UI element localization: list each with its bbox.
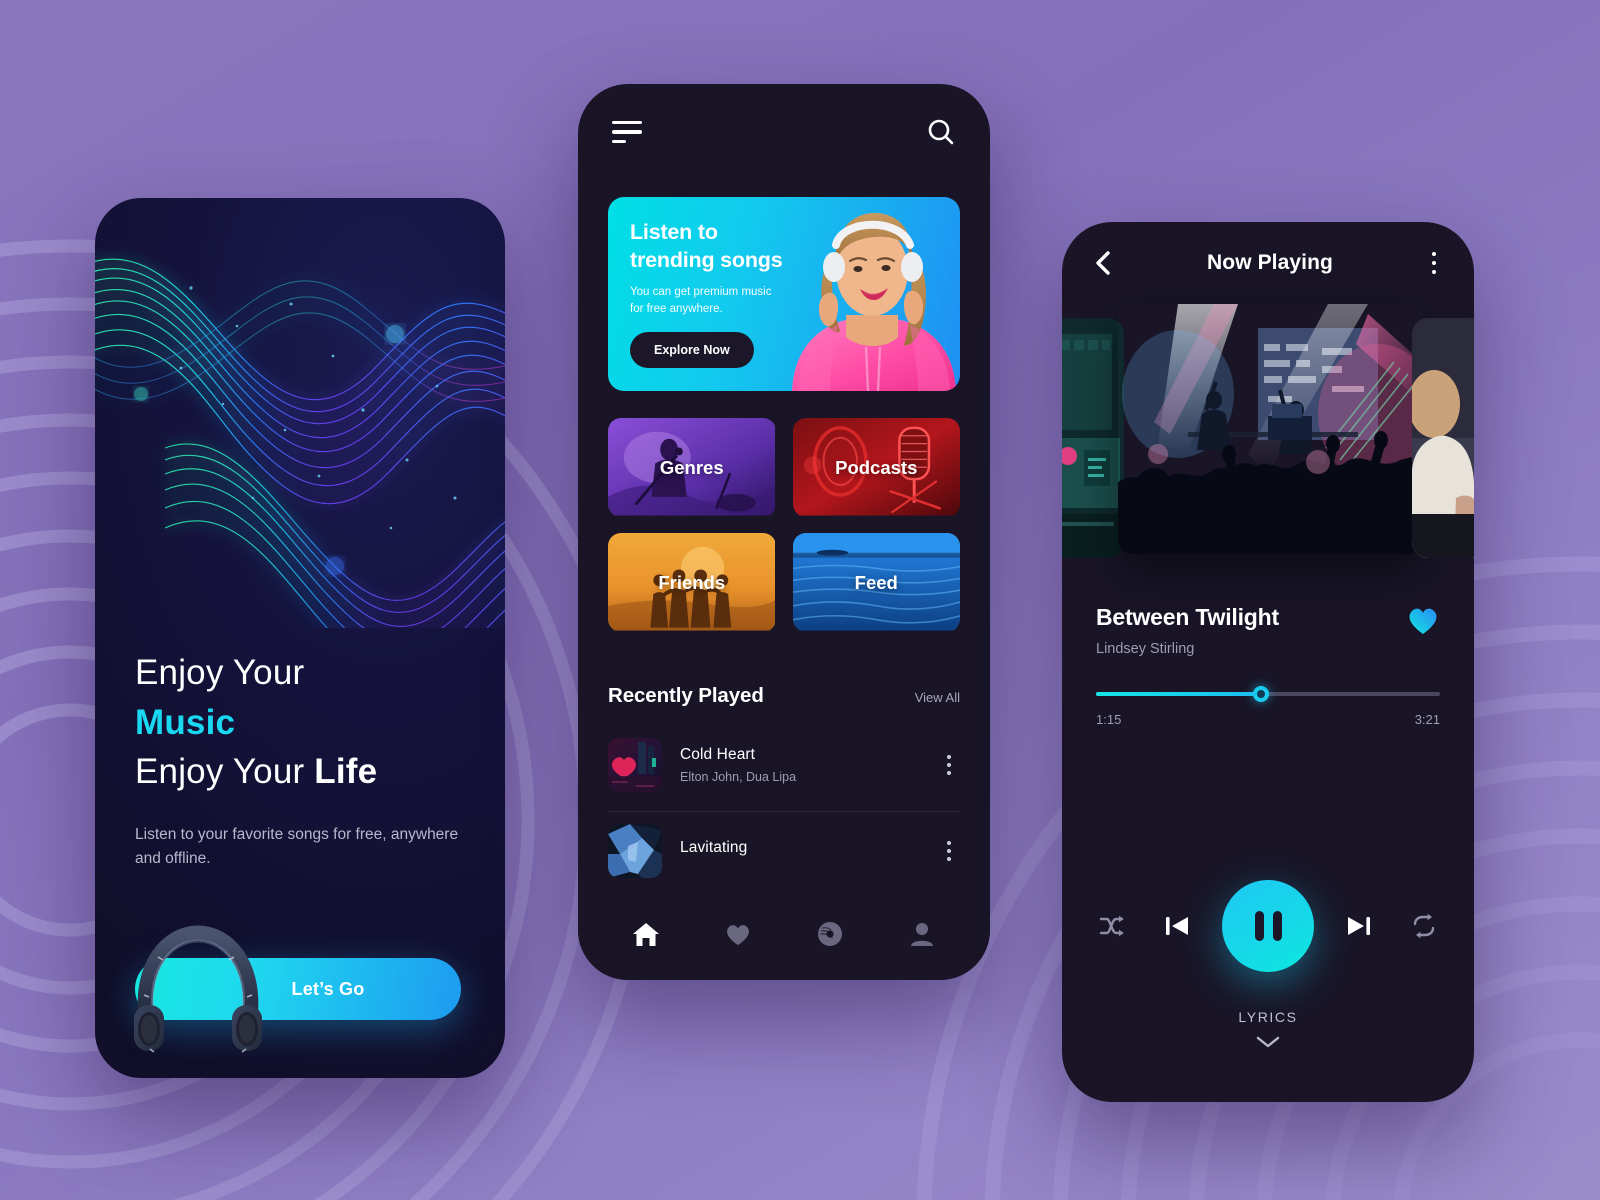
album-carousel [1062, 304, 1474, 572]
now-playing-screen: Now Playing Between Twilight Lindsey Sti… [1062, 222, 1474, 1102]
disc-icon [818, 922, 842, 946]
category-tile-genres[interactable]: Genres [608, 418, 776, 517]
onboarding-copy: Enjoy Your Music Enjoy Your Life Listen … [135, 648, 465, 871]
headline-line-1: Enjoy Your [135, 653, 305, 692]
kebab-menu-icon[interactable] [1424, 251, 1444, 275]
banner-text-block: Listen to trending songs You can get pre… [630, 219, 825, 317]
home-screen: Listen to trending songs You can get pre… [578, 84, 990, 980]
tab-likes[interactable] [721, 917, 755, 951]
lyrics-label: LYRICS [1238, 1009, 1298, 1025]
progress-thumb[interactable] [1253, 686, 1270, 702]
lets-go-label: Let’s Go [291, 978, 365, 999]
pause-icon [1254, 911, 1282, 941]
category-tile-friends[interactable]: Friends [608, 533, 776, 632]
category-label: Podcasts [835, 456, 918, 478]
tab-profile[interactable] [905, 917, 939, 951]
previous-button[interactable] [1157, 906, 1197, 946]
elapsed-time: 1:15 [1096, 712, 1122, 727]
home-top-bar [578, 84, 990, 180]
banner-heading: Listen to trending songs [630, 219, 825, 274]
promo-banner[interactable]: Listen to trending songs You can get pre… [608, 197, 960, 391]
tab-home[interactable] [629, 917, 663, 951]
category-label: Friends [658, 571, 726, 593]
lyrics-toggle[interactable]: LYRICS [1062, 1009, 1474, 1054]
chevron-left-icon[interactable] [1092, 249, 1116, 277]
next-icon [1348, 917, 1370, 935]
category-tile-podcasts[interactable]: Podcasts [792, 418, 961, 517]
player-top-bar: Now Playing [1062, 222, 1474, 304]
track-row[interactable]: Lavitating [608, 811, 960, 889]
search-icon[interactable] [926, 117, 956, 147]
banner-subtitle: You can get premium music for free anywh… [630, 284, 825, 317]
mockup-canvas: Enjoy Your Music Enjoy Your Life Listen … [0, 0, 1600, 1200]
onboarding-headline: Enjoy Your Music Enjoy Your Life [135, 648, 465, 797]
tab-library[interactable] [813, 917, 847, 951]
banner-heading-line-2: trending songs [630, 247, 783, 272]
previous-icon [1166, 917, 1188, 935]
headline-line-3-bold: Life [314, 752, 378, 792]
person-icon [911, 923, 933, 946]
explore-now-button[interactable]: Explore Now [630, 332, 754, 368]
sound-wave-graphic [95, 198, 505, 628]
repeat-icon [1413, 913, 1435, 939]
kebab-menu-icon[interactable] [938, 755, 960, 775]
track-title: Lavitating [680, 838, 748, 856]
heart-filled-icon[interactable] [1406, 604, 1440, 636]
playback-controls [1092, 880, 1444, 972]
category-tiles: Genres Podcasts Friends Feed [608, 418, 960, 632]
track-artist: Elton John, Dua Lipa [680, 770, 797, 784]
headline-line-3-prefix: Enjoy Your [135, 752, 315, 792]
neon-street-photo[interactable] [1062, 318, 1124, 558]
category-tile-feed[interactable]: Feed [792, 533, 961, 632]
track-row[interactable]: Cold Heart Elton John, Dua Lipa [608, 726, 960, 804]
total-time: 3:21 [1414, 712, 1440, 727]
headline-line-3: Enjoy Your Life [135, 747, 465, 797]
onboarding-screen: Enjoy Your Music Enjoy Your Life Listen … [95, 198, 505, 1078]
track-title: Cold Heart [680, 746, 756, 763]
portrait-photo[interactable] [1412, 318, 1474, 558]
category-label: Genres [659, 456, 724, 478]
next-button[interactable] [1339, 906, 1379, 946]
lets-go-button[interactable]: Let’s Go [135, 958, 461, 1020]
song-title: Between Twilight [1096, 604, 1279, 630]
progress-bar[interactable]: 1:15 3:21 [1096, 686, 1440, 727]
song-artist: Lindsey Stirling [1096, 641, 1195, 657]
banner-heading-line-1: Listen to [630, 220, 718, 244]
recently-played-header: Recently Played View All [608, 684, 960, 708]
track-meta: Lavitating [680, 839, 938, 863]
headline-accent: Music [135, 702, 236, 742]
progress-fill [1096, 692, 1262, 696]
progress-track[interactable] [1096, 686, 1440, 702]
play-pause-button[interactable] [1222, 880, 1314, 972]
kebab-menu-icon[interactable] [938, 840, 960, 861]
now-playing-info: Between Twilight Lindsey Stirling [1096, 604, 1440, 657]
progress-times: 1:15 3:21 [1096, 712, 1440, 727]
category-label: Feed [854, 571, 898, 593]
home-icon [633, 923, 659, 946]
shuffle-icon [1099, 915, 1124, 937]
section-title: Recently Played [608, 684, 764, 707]
shuffle-button[interactable] [1092, 906, 1132, 946]
hamburger-menu-icon[interactable] [612, 121, 644, 143]
onboarding-subtitle: Listen to your favorite songs for free, … [135, 826, 459, 868]
view-all-link[interactable]: View All [915, 690, 960, 705]
player-title: Now Playing [1207, 251, 1333, 274]
banner-subtitle-line-2: for free anywhere. [630, 302, 723, 315]
repeat-button[interactable] [1404, 906, 1444, 946]
heart-icon [727, 925, 749, 945]
track-meta: Cold Heart Elton John, Dua Lipa [680, 746, 938, 784]
concert-crowd-photo[interactable] [1118, 304, 1424, 554]
bottom-tab-bar [578, 888, 990, 980]
chevron-down-icon[interactable] [1255, 1035, 1281, 1049]
song-meta: Between Twilight Lindsey Stirling [1096, 604, 1279, 657]
blue-crystal-photo [608, 823, 662, 878]
neon-heart-street-photo [608, 738, 662, 792]
banner-subtitle-line-1: You can get premium music [630, 286, 772, 299]
